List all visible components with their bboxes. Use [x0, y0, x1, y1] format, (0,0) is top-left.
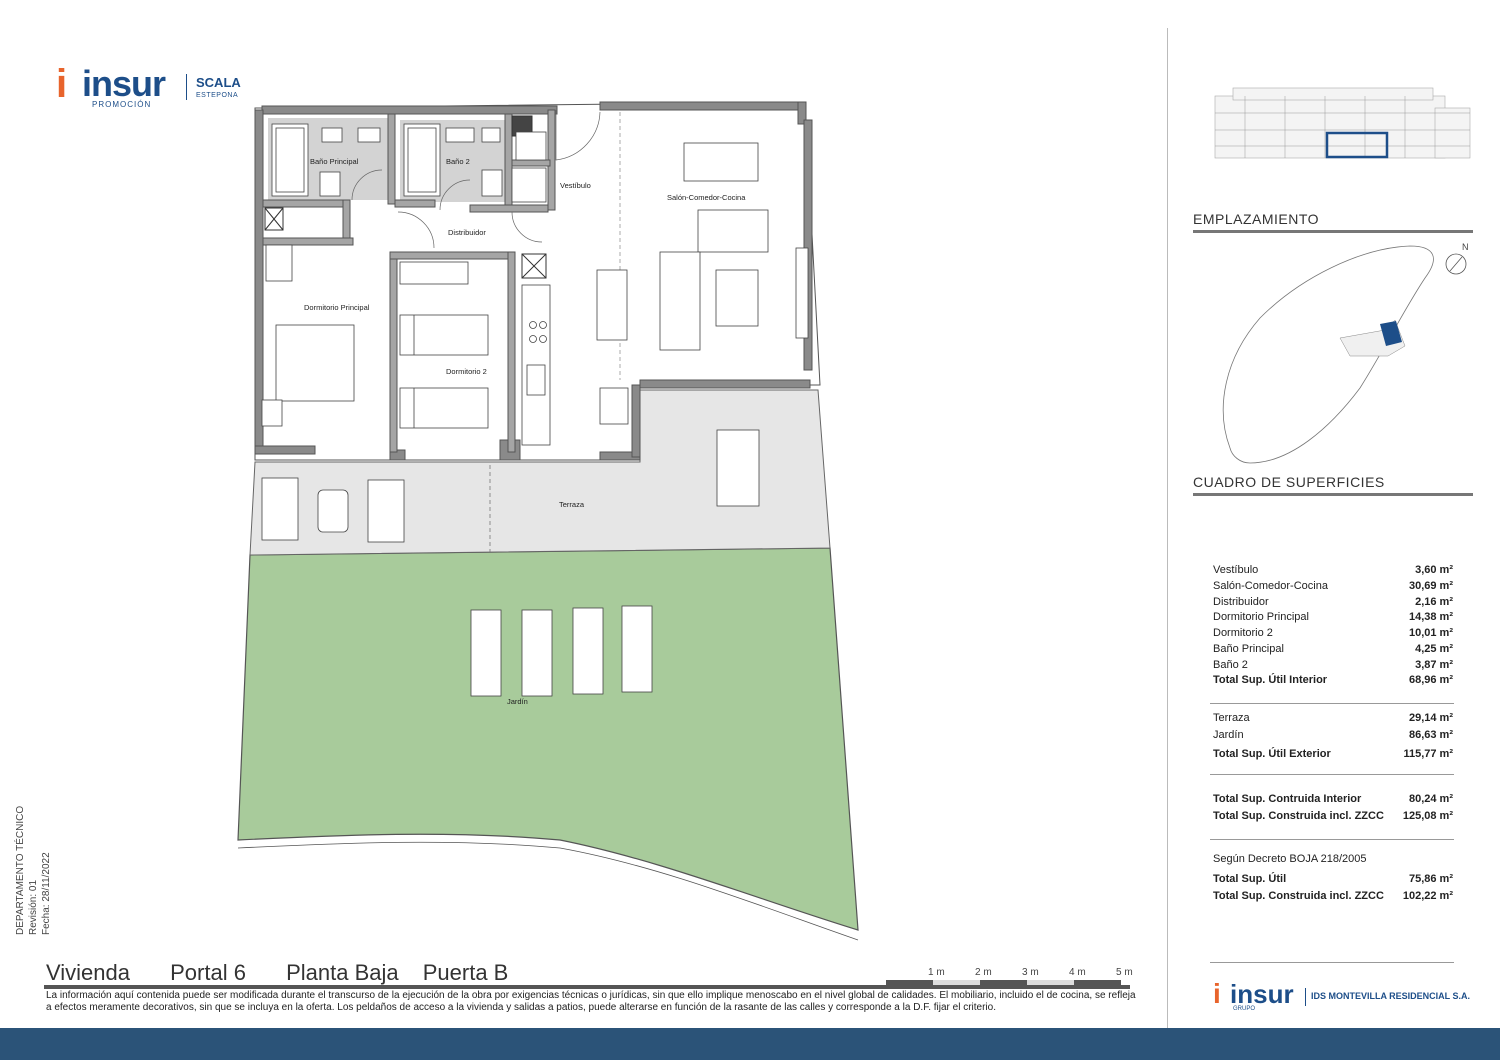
area-row: Jardín 86,63 m²	[1213, 729, 1453, 741]
area-total-row: Total Sup. Útil Exterior 115,77 m²	[1213, 748, 1453, 760]
logo-divider	[186, 74, 187, 100]
area-row: Dormitorio Principal 14,38 m²	[1213, 611, 1453, 623]
panel-divider	[1167, 28, 1168, 1028]
north-label: N	[1462, 242, 1469, 252]
revision-label: Revisión: 01	[28, 879, 39, 935]
fecha-label: Fecha: 28/11/2022	[41, 852, 52, 935]
dept-label: DEPARTAMENTO TÉCNICO	[15, 805, 26, 935]
area-row: Vestíbulo 3,60 m²	[1213, 564, 1453, 576]
area-total-row: Total Sup. Útil Interior 68,96 m²	[1213, 674, 1453, 686]
area-total-row: Total Sup. Contruida Interior 80,24 m²	[1213, 793, 1453, 805]
building-elevation	[1214, 87, 1471, 159]
area-row: Distribuidor 2,16 m²	[1213, 596, 1453, 608]
area-row: Baño 2 3,87 m²	[1213, 659, 1453, 671]
label-distribuidor: Distribuidor	[448, 228, 486, 237]
emplazamiento-rule	[1193, 230, 1473, 233]
floor-plan: Baño Principal Baño 2 Vestíbulo Salón-Co…	[237, 101, 859, 941]
site-outline	[1222, 245, 1434, 464]
area-separator	[1210, 962, 1454, 963]
scale-bar	[886, 980, 1121, 985]
scale-label: 3 m	[1022, 967, 1039, 978]
label-dormitorio-2: Dormitorio 2	[446, 367, 487, 376]
unit-title: Vivienda Portal 6 Planta Baja Puerta B	[46, 960, 542, 986]
logo-divider	[1305, 988, 1306, 1006]
area-row: Dormitorio 2 10,01 m²	[1213, 627, 1453, 639]
insur-logo-mark: i	[1213, 978, 1221, 1009]
area-row: Terraza 29,14 m²	[1213, 712, 1453, 724]
scale-label: 1 m	[928, 967, 945, 978]
label-bano-principal: Baño Principal	[310, 157, 359, 166]
scale-label: 5 m	[1116, 967, 1133, 978]
emplazamiento-title: EMPLAZAMIENTO	[1193, 211, 1320, 227]
area-separator	[1210, 703, 1454, 704]
garden-area	[237, 547, 859, 931]
cuadro-title: CUADRO DE SUPERFICIES	[1193, 474, 1385, 490]
side-info: DEPARTAMENTO TÉCNICO Revisión: 01 Fecha:…	[14, 806, 53, 935]
disclaimer-text: La información aquí contenida puede ser …	[46, 990, 1136, 1013]
label-terraza: Terraza	[559, 500, 585, 509]
label-salon: Salón-Comedor-Cocina	[667, 193, 746, 202]
area-row: Baño Principal 4,25 m²	[1213, 643, 1453, 655]
area-separator	[1210, 839, 1454, 840]
decreto-title: Según Decreto BOJA 218/2005	[1213, 853, 1367, 865]
scala-label: SCALA	[196, 75, 241, 90]
planta-label: Planta Baja	[286, 960, 399, 985]
label-dormitorio-principal: Dormitorio Principal	[304, 303, 370, 312]
site-map: N	[1222, 242, 1469, 464]
cuadro-rule	[1193, 493, 1473, 496]
puerta-label: Puerta B	[422, 960, 509, 985]
area-total-row: Total Sup. Útil 75,86 m²	[1213, 873, 1453, 885]
insur-logo-mark: i	[56, 62, 68, 106]
area-separator	[1210, 774, 1454, 775]
ids-label: IDS MONTEVILLA RESIDENCIAL S.A.	[1311, 991, 1471, 1001]
logo-subtitle: PROMOCIÓN	[92, 100, 152, 109]
footer-bar	[0, 1028, 1500, 1060]
grupo-label: GRUPO	[1233, 1006, 1256, 1012]
label-vestibulo: Vestíbulo	[560, 181, 591, 190]
area-total-row: Total Sup. Construida incl. ZZCC 125,08 m…	[1213, 810, 1453, 822]
scale-label: 4 m	[1069, 967, 1086, 978]
scale-label: 2 m	[975, 967, 992, 978]
vivienda-label: Vivienda	[46, 960, 130, 985]
portal-label: Portal 6	[170, 960, 246, 985]
area-row: Salón-Comedor-Cocina 30,69 m²	[1213, 580, 1453, 592]
area-total-row: Total Sup. Construida incl. ZZCC 102,22 m…	[1213, 890, 1453, 902]
label-bano-2: Baño 2	[446, 157, 470, 166]
label-jardin: Jardín	[507, 697, 528, 706]
